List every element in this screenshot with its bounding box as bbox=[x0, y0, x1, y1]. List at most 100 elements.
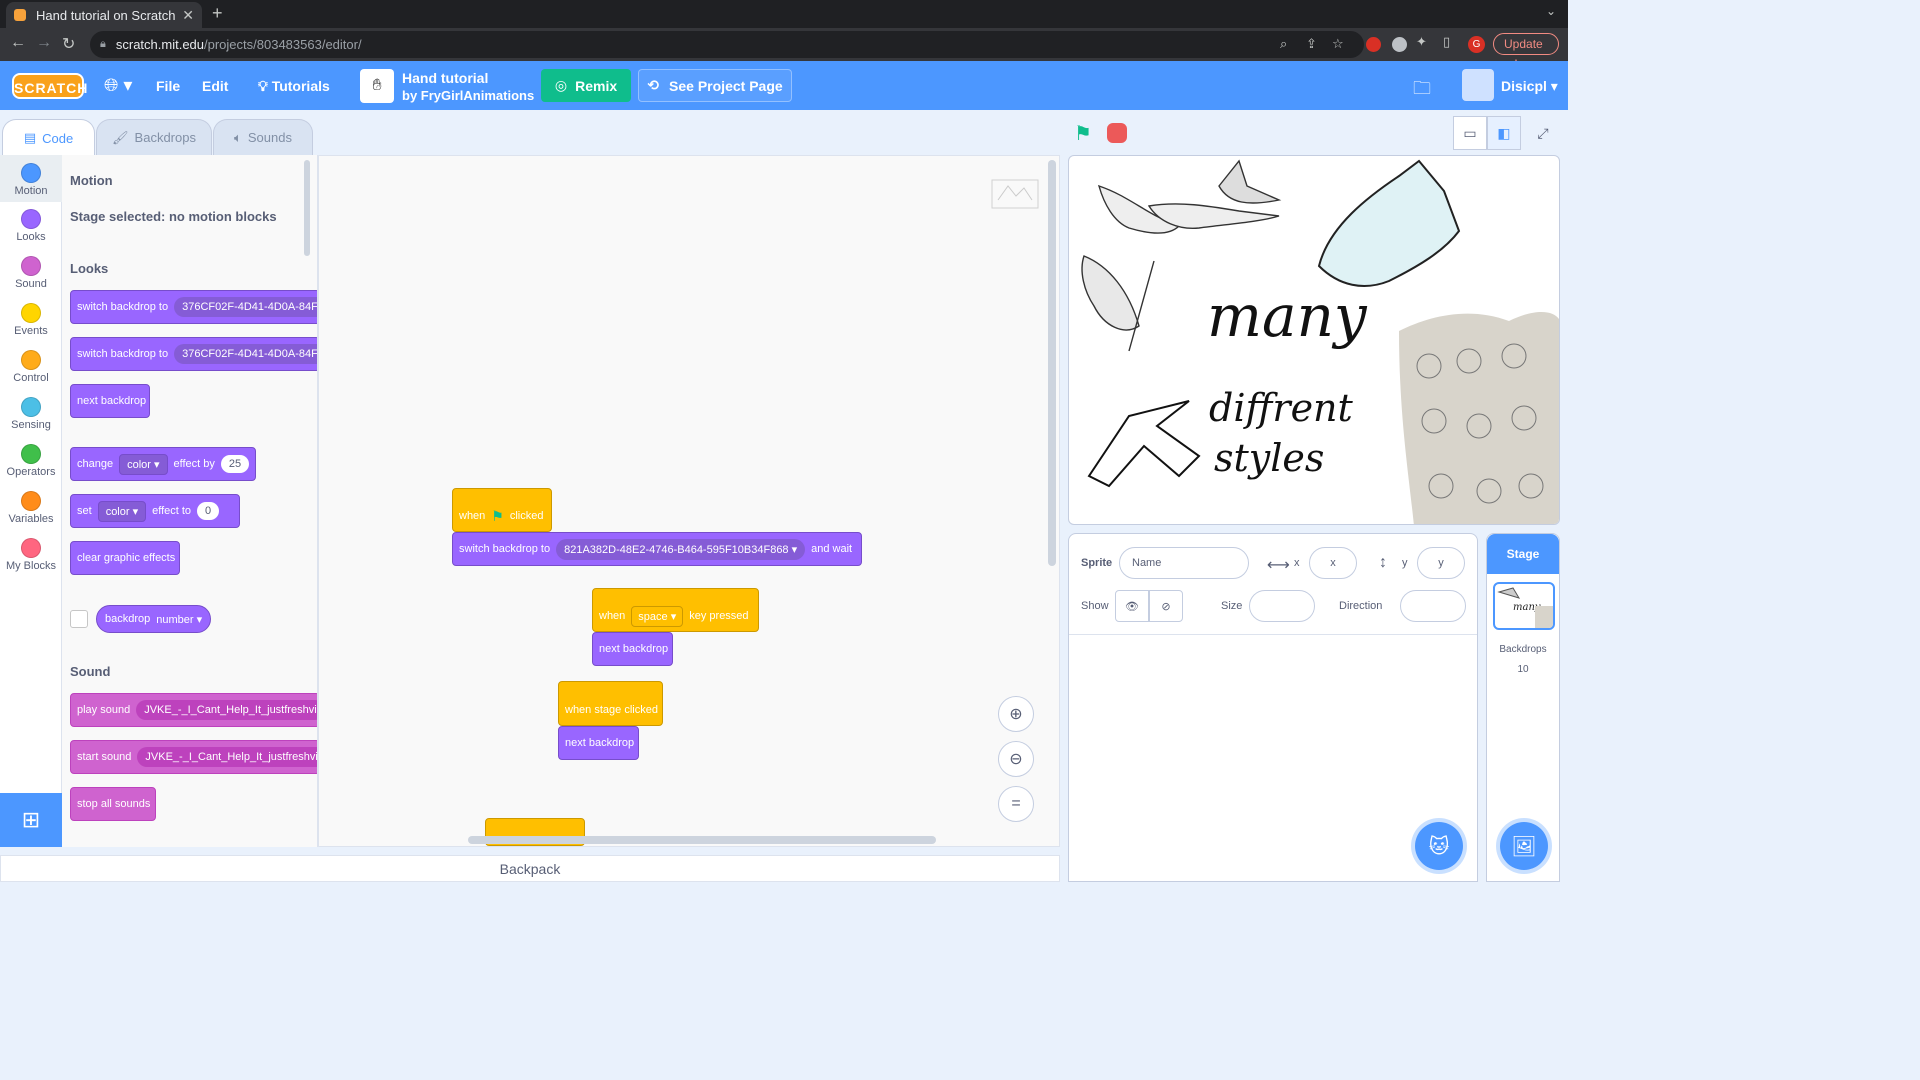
events-dot-icon bbox=[21, 303, 41, 323]
show-visible-button[interactable]: 👁︎ bbox=[1115, 590, 1149, 622]
backdrop-dropdown[interactable]: 821A382D-48E2-4746-B464-595F10B34F868 ▾ bbox=[556, 538, 806, 560]
fullscreen-button[interactable]: ⤢ bbox=[1526, 116, 1560, 150]
x-field[interactable]: x bbox=[1309, 547, 1357, 579]
account-menu[interactable]: Disicpl ▾ bbox=[1501, 78, 1558, 95]
choose-backdrop-button[interactable]: 🖼︎ bbox=[1500, 822, 1548, 870]
side-panel-icon[interactable]: ▯ bbox=[1443, 34, 1450, 50]
extensions-puzzle-icon[interactable]: ✦ bbox=[1416, 34, 1427, 50]
y-field[interactable]: y bbox=[1417, 547, 1465, 579]
when-stage-clicked-block[interactable]: when stage clicked bbox=[558, 681, 663, 726]
category-my-blocks[interactable]: My Blocks bbox=[0, 538, 62, 572]
extension-icon[interactable] bbox=[1366, 37, 1381, 52]
project-thumbnail[interactable]: ✋︎ bbox=[360, 69, 394, 103]
category-motion[interactable]: Motion bbox=[0, 155, 62, 202]
large-stage-button[interactable]: ◧ bbox=[1487, 116, 1521, 150]
effect-dropdown[interactable]: color ▾ bbox=[97, 500, 147, 522]
profile-avatar[interactable]: G bbox=[1468, 36, 1485, 53]
set-effect-block[interactable]: set color ▾ effect to 0 bbox=[70, 494, 240, 528]
script-area-vscrollbar[interactable] bbox=[1048, 160, 1056, 566]
sound-dropdown[interactable]: JVKE_-_I_Cant_Help_It_justfreshvi bbox=[136, 700, 317, 720]
start-sound-block[interactable]: start sound JVKE_-_I_Cant_Help_It_justfre… bbox=[70, 740, 317, 774]
tab-code[interactable]: ▤ Code bbox=[2, 119, 95, 156]
sound-dropdown[interactable]: JVKE_-_I_Cant_Help_It_justfreshvi bbox=[137, 747, 317, 767]
reload-icon[interactable]: ↻ bbox=[62, 34, 75, 54]
remix-button[interactable]: ◎ Remix bbox=[541, 69, 631, 102]
zoom-out-button[interactable]: ⊖ bbox=[998, 741, 1034, 777]
category-label: Looks bbox=[16, 231, 46, 243]
tab-search-icon[interactable]: ⌄ bbox=[1546, 4, 1556, 18]
add-extension-button[interactable]: ⊞ bbox=[0, 793, 62, 847]
new-tab-icon[interactable]: + bbox=[212, 3, 223, 24]
next-backdrop-block[interactable]: next backdrop bbox=[592, 632, 673, 666]
project-author[interactable]: by FryGirlAnimations bbox=[402, 88, 534, 103]
category-sensing[interactable]: Sensing bbox=[0, 397, 62, 431]
language-globe-icon[interactable]: 🌐︎ ▾ bbox=[104, 75, 132, 96]
browser-tab[interactable]: Hand tutorial on Scratch ✕ bbox=[6, 2, 202, 28]
backpack[interactable]: Backpack bbox=[0, 855, 1060, 882]
when-flag-clicked-block[interactable]: when ⚑ clicked bbox=[452, 488, 552, 532]
share-icon[interactable]: ⇪ bbox=[1306, 36, 1317, 52]
back-icon[interactable]: ← bbox=[10, 34, 26, 52]
extension-icon[interactable] bbox=[1392, 37, 1407, 52]
category-menu: Motion Looks Sound Events Control Sensin… bbox=[0, 155, 62, 847]
sound-header: Sound bbox=[70, 664, 111, 679]
forward-icon[interactable]: → bbox=[36, 34, 52, 52]
user-avatar[interactable] bbox=[1462, 69, 1494, 101]
category-events[interactable]: Events bbox=[0, 303, 62, 337]
backdrop-dropdown[interactable]: 376CF02F-4D41-4D0A-84F bbox=[174, 344, 317, 364]
category-looks[interactable]: Looks bbox=[0, 209, 62, 243]
backdrop-reporter-block[interactable]: backdrop number ▾ bbox=[96, 605, 212, 633]
key-dropdown[interactable]: space ▾ bbox=[631, 605, 684, 627]
switch-backdrop-block[interactable]: switch backdrop to 376CF02F-4D41-4D0A-84F bbox=[70, 290, 317, 324]
category-operators[interactable]: Operators bbox=[0, 444, 62, 478]
backdrop-monitor-checkbox[interactable] bbox=[70, 610, 88, 628]
stage-thumbnail[interactable]: many bbox=[1493, 582, 1555, 630]
change-amount-input[interactable]: 25 bbox=[220, 455, 250, 473]
zoom-icon[interactable]: ⌕ bbox=[1280, 36, 1287, 52]
change-effect-block[interactable]: change color ▾ effect by 25 bbox=[70, 447, 256, 481]
scratch-logo[interactable]: SCRATCH bbox=[12, 73, 87, 99]
edit-menu[interactable]: Edit bbox=[202, 78, 228, 94]
palette-scrollbar[interactable] bbox=[304, 160, 310, 256]
choose-sprite-button[interactable]: 🐱︎ bbox=[1415, 822, 1463, 870]
file-menu[interactable]: File bbox=[156, 78, 180, 94]
see-project-page-button[interactable]: ⟲ See Project Page bbox=[638, 69, 792, 102]
category-control[interactable]: Control bbox=[0, 350, 62, 384]
switch-backdrop-and-wait-block[interactable]: switch backdrop to 821A382D-48E2-4746-B46… bbox=[452, 532, 862, 566]
stage-canvas[interactable]: many diffrent styles bbox=[1068, 155, 1560, 525]
sprite-name-field[interactable]: Name bbox=[1119, 547, 1249, 579]
stage-thumbnail-image: many bbox=[1497, 587, 1553, 628]
clear-graphic-effects-block[interactable]: clear graphic effects bbox=[70, 541, 180, 575]
stop-button[interactable] bbox=[1107, 123, 1127, 143]
next-backdrop-block[interactable]: next backdrop bbox=[70, 384, 150, 418]
tab-backdrops[interactable]: 🖌︎ Backdrops bbox=[96, 119, 212, 155]
next-backdrop-block[interactable]: next backdrop bbox=[558, 726, 639, 760]
direction-field[interactable] bbox=[1400, 590, 1466, 622]
green-flag-button[interactable]: ⚑ bbox=[1074, 121, 1092, 146]
lock-icon: 🔒︎ bbox=[100, 38, 106, 50]
script-area[interactable] bbox=[318, 155, 1060, 847]
small-stage-button[interactable]: ▭ bbox=[1453, 116, 1487, 150]
url-field[interactable]: 🔒︎ scratch.mit.edu/projects/803483563/ed… bbox=[90, 31, 1364, 58]
category-variables[interactable]: Variables bbox=[0, 491, 62, 525]
update-button[interactable]: Update ⋮ bbox=[1493, 33, 1559, 71]
close-tab-icon[interactable]: ✕ bbox=[182, 7, 194, 24]
show-hidden-button[interactable]: ⊘ bbox=[1149, 590, 1183, 622]
bookmark-star-icon[interactable]: ☆ bbox=[1332, 36, 1344, 52]
zoom-reset-button[interactable]: = bbox=[998, 786, 1034, 822]
tutorials-button[interactable]: 💡︎ Tutorials bbox=[258, 78, 330, 95]
size-field[interactable] bbox=[1249, 590, 1315, 622]
my-stuff-folder-icon[interactable]: 🗀 bbox=[1413, 76, 1431, 106]
zoom-in-button[interactable]: ⊕ bbox=[998, 696, 1034, 732]
backdrop-property-dropdown[interactable]: number ▾ bbox=[156, 613, 202, 626]
backdrop-dropdown[interactable]: 376CF02F-4D41-4D0A-84F bbox=[174, 297, 317, 317]
category-sound[interactable]: Sound bbox=[0, 256, 62, 290]
tab-sounds[interactable]: 🔈︎ Sounds bbox=[213, 119, 313, 155]
when-key-pressed-block[interactable]: when space ▾ key pressed bbox=[592, 588, 759, 632]
script-area-hscrollbar[interactable] bbox=[468, 836, 936, 844]
switch-backdrop-and-wait-block[interactable]: switch backdrop to 376CF02F-4D41-4D0A-84F bbox=[70, 337, 317, 371]
play-sound-block[interactable]: play sound JVKE_-_I_Cant_Help_It_justfres… bbox=[70, 693, 317, 727]
set-amount-input[interactable]: 0 bbox=[197, 502, 220, 520]
stop-all-sounds-block[interactable]: stop all sounds bbox=[70, 787, 156, 821]
effect-dropdown[interactable]: color ▾ bbox=[119, 453, 168, 475]
